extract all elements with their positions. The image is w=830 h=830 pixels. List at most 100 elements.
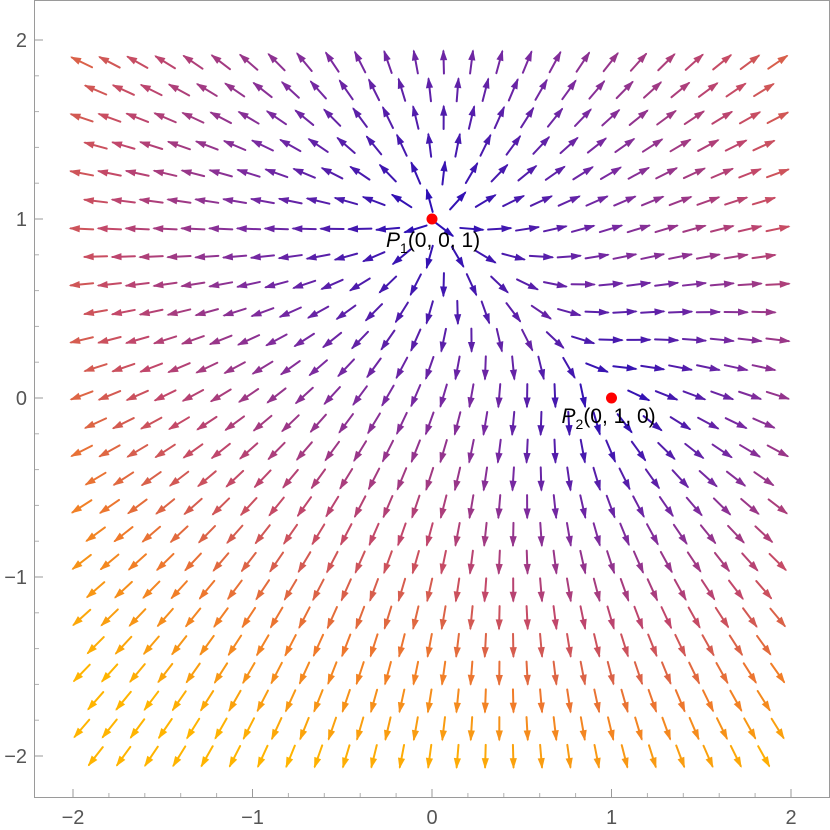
field-arrow (675, 744, 686, 769)
field-arrow (101, 718, 118, 739)
field-arrow (228, 745, 242, 768)
field-arrow (606, 550, 616, 575)
field-arrow (440, 49, 448, 75)
field-arrow (728, 634, 743, 657)
field-arrow (467, 105, 476, 130)
field-arrow (397, 577, 407, 603)
field-arrow (449, 191, 467, 211)
field-arrow (715, 661, 729, 685)
field-arrow (111, 84, 135, 96)
field-arrow (139, 362, 164, 373)
field-arrow (115, 690, 132, 711)
field-arrow (184, 607, 202, 628)
field-arrow (84, 471, 107, 486)
field-arrow (715, 717, 728, 741)
field-arrow (737, 224, 763, 233)
field-arrow (110, 197, 136, 205)
field-arrow (534, 78, 548, 101)
field-arrow (411, 49, 419, 75)
field-arrow (335, 304, 357, 320)
field-arrow (395, 356, 409, 380)
field-arrow (570, 280, 596, 288)
field-arrow (349, 165, 371, 181)
field-arrow (249, 197, 275, 205)
field-arrow (98, 444, 121, 458)
field-arrow (253, 469, 272, 489)
field-arrow (467, 605, 475, 631)
field-arrow (181, 389, 205, 402)
field-arrow (509, 688, 517, 714)
field-arrow (453, 466, 462, 492)
field-arrow (757, 745, 771, 768)
field-arrow (180, 169, 206, 178)
field-arrow (195, 83, 218, 97)
field-arrow (221, 253, 248, 261)
field-arrow (565, 522, 573, 548)
field-arrow (168, 416, 190, 430)
field-arrow (299, 716, 310, 741)
field-arrow (654, 390, 679, 401)
field-arrow (505, 302, 522, 323)
field-arrow (195, 361, 219, 374)
field-arrow (124, 225, 150, 233)
field-arrow (271, 717, 283, 741)
field-arrow (551, 383, 559, 409)
field-arrow (515, 224, 541, 233)
field-arrow (647, 744, 657, 769)
field-arrow (495, 660, 503, 686)
field-arrow (440, 104, 448, 131)
field-arrow (325, 51, 340, 73)
field-arrow (424, 411, 435, 436)
field-arrow (453, 577, 461, 603)
field-arrow (605, 494, 616, 519)
field-arrow (481, 521, 489, 548)
field-arrow (396, 467, 408, 491)
field-arrow (711, 443, 733, 459)
field-arrow (213, 662, 229, 684)
x-tick-label: 0 (426, 807, 437, 829)
field-arrow (480, 300, 491, 325)
field-arrow (765, 224, 791, 233)
field-arrow (712, 54, 733, 71)
field-arrow (352, 385, 368, 406)
field-arrow (86, 636, 105, 655)
field-arrow (561, 79, 577, 101)
field-arrow (252, 414, 273, 432)
field-arrow (97, 390, 122, 401)
field-arrow (579, 605, 587, 631)
field-arrow (755, 580, 773, 600)
field-arrow (237, 388, 260, 403)
field-arrow (523, 438, 531, 464)
field-arrow (296, 52, 313, 72)
field-arrow (673, 578, 687, 602)
field-arrow (208, 281, 234, 289)
field-arrow (278, 306, 302, 318)
field-arrow (495, 327, 504, 353)
field-arrow (453, 688, 461, 714)
point-p2-label: P2(0, 1, 0) (562, 405, 656, 432)
field-arrow (341, 688, 351, 714)
field-arrow (114, 580, 133, 599)
field-arrow (365, 135, 383, 156)
field-arrow (751, 364, 777, 372)
field-arrow (82, 308, 108, 317)
field-arrow (68, 280, 95, 289)
field-arrow (306, 305, 330, 319)
field-arrow (481, 411, 489, 437)
field-arrow (196, 415, 218, 431)
field-arrow (397, 688, 406, 714)
field-arrow (584, 308, 610, 316)
field-arrow (562, 356, 576, 379)
field-arrow (767, 54, 789, 70)
field-arrow (626, 224, 652, 234)
field-arrow (700, 579, 716, 601)
field-arrow (297, 551, 312, 574)
field-arrow (268, 496, 285, 517)
field-arrow (613, 195, 637, 207)
field-arrow (69, 113, 94, 123)
field-arrow (696, 196, 721, 206)
field-arrow (110, 253, 136, 261)
field-arrow (166, 140, 191, 151)
field-arrow (479, 133, 492, 157)
field-arrow (340, 523, 353, 546)
